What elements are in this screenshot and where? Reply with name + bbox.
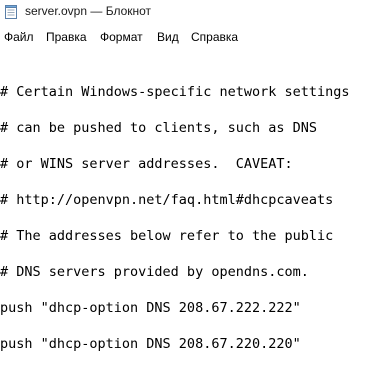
menu-edit[interactable]: Правка	[46, 30, 87, 44]
editor-line: # Certain Windows-specific network setti…	[0, 84, 350, 100]
editor-line: # DNS servers provided by opendns.com.	[0, 264, 309, 280]
editor-line: # can be pushed to clients, such as DNS	[0, 120, 317, 136]
menu-bar: Файл Правка Формат Вид Справка	[0, 26, 374, 48]
title-bar[interactable]: server.ovpn — Блокнот	[0, 0, 374, 26]
window-title: server.ovpn — Блокнот	[25, 4, 152, 18]
menu-help[interactable]: Справка	[191, 30, 238, 44]
menu-file[interactable]: Файл	[4, 30, 34, 44]
editor-line: # or WINS server addresses. CAVEAT:	[0, 156, 293, 172]
menu-view[interactable]: Вид	[157, 30, 179, 44]
text-editor[interactable]: # Certain Windows-specific network setti…	[0, 48, 374, 366]
notepad-window: server.ovpn — Блокнот Файл Правка Формат…	[0, 0, 374, 366]
editor-line: # http://openvpn.net/faq.html#dhcpcaveat…	[0, 192, 334, 208]
editor-line: push "dhcp-option DNS 208.67.220.220"	[0, 336, 301, 352]
menu-format[interactable]: Формат	[100, 30, 143, 44]
editor-line: push "dhcp-option DNS 208.67.222.222"	[0, 300, 301, 316]
notepad-icon	[5, 5, 17, 19]
editor-line: # The addresses below refer to the publi…	[0, 228, 334, 244]
